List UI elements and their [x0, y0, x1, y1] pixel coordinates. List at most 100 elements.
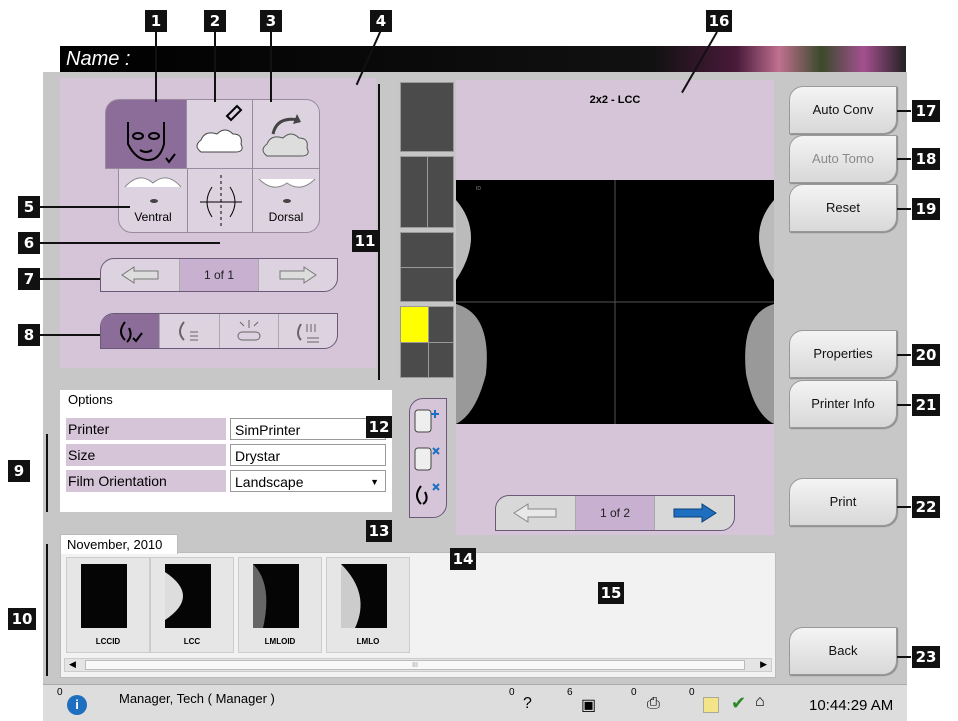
callout-line [46, 434, 48, 512]
callout-10: 10 [8, 608, 36, 630]
layout-1x1[interactable] [400, 82, 454, 152]
prev-film-button[interactable] [496, 496, 576, 530]
mode-compression[interactable] [220, 314, 279, 348]
auto-tomo-button[interactable]: Auto Tomo [789, 135, 897, 183]
prev-tools-button[interactable] [101, 259, 180, 291]
back-button[interactable]: Back [789, 627, 897, 675]
tool-annotate[interactable] [186, 99, 253, 169]
layout-1x2[interactable] [400, 156, 454, 228]
scroll-right-icon[interactable]: ▶ [760, 659, 767, 670]
callout-line [897, 404, 911, 406]
callout-5: 5 [18, 196, 40, 218]
patient-name-bar: Name : [60, 46, 906, 72]
callout-19: 19 [912, 198, 940, 220]
mode-breast-list[interactable] [160, 314, 220, 348]
help-icon[interactable]: ? [523, 695, 532, 713]
add-film-icon [414, 409, 439, 433]
tool-pager: 1 of 1 [100, 258, 338, 292]
check-icon[interactable]: ✔ [731, 693, 746, 714]
callout-12: 12 [366, 416, 392, 438]
info-icon[interactable]: i [67, 695, 87, 715]
breast-image [253, 564, 267, 628]
remove-image-button[interactable] [413, 480, 443, 510]
name-label: Name : [66, 48, 131, 70]
arrow-right-blue-icon [673, 503, 717, 523]
callout-1: 1 [145, 10, 167, 32]
callout-9: 9 [8, 460, 30, 482]
note-icon[interactable] [703, 697, 719, 713]
breast-check-icon [120, 321, 143, 343]
mammogram-film-image: ID [456, 180, 774, 424]
callout-line [155, 30, 157, 102]
selected-cell[interactable] [401, 307, 428, 342]
arrow-right-icon [279, 266, 317, 284]
thumbnail-lmloid[interactable]: LMLOID [238, 557, 322, 653]
size-select[interactable]: Drystar [230, 444, 386, 466]
callout-23: 23 [912, 646, 940, 668]
auto-conv-button[interactable]: Auto Conv [789, 86, 897, 134]
thumbnail-lmlo[interactable]: LMLO [326, 557, 410, 653]
clock: 10:44:29 AM [809, 697, 894, 714]
printer-icon[interactable]: ⎙ [647, 695, 660, 713]
delete-film-button[interactable] [413, 444, 443, 474]
output-queue-icon[interactable]: ▣ [581, 695, 596, 715]
breast-image [341, 564, 361, 628]
callout-line [40, 206, 130, 208]
film-page-indicator: 1 of 2 [575, 496, 656, 530]
scroll-left-icon[interactable]: ◀ [69, 659, 76, 670]
dorsal-view-icon [258, 178, 316, 203]
viewer-title: 2x2 - LCC [589, 94, 641, 106]
film-pager: 1 of 2 [495, 495, 735, 531]
compression-icon [237, 320, 261, 341]
callout-line [897, 110, 911, 112]
breast-list-icon [179, 321, 199, 341]
film-preview[interactable]: ID [456, 180, 774, 424]
next-film-button[interactable] [655, 496, 734, 530]
mode-breast[interactable] [101, 314, 161, 348]
status-count-2: 6 [567, 687, 573, 698]
callout-16: 16 [706, 10, 732, 32]
breast-image [165, 572, 183, 620]
delete-film-icon [414, 447, 440, 471]
callout-line [214, 30, 216, 102]
system-icon[interactable]: ⌂ [755, 693, 765, 711]
mode-stack[interactable] [279, 314, 337, 348]
tool-page-indicator: 1 of 1 [180, 259, 259, 291]
tool-rotate[interactable] [252, 99, 320, 169]
callout-6: 6 [18, 232, 40, 254]
tool-measure[interactable] [187, 168, 253, 233]
thumbnail-label: LCC [183, 637, 201, 646]
remove-image-icon [416, 483, 440, 505]
properties-button[interactable]: Properties [789, 330, 897, 378]
thumbnail-tab[interactable]: November, 2010 [60, 534, 178, 554]
reset-button[interactable]: Reset [789, 184, 897, 232]
orientation-select[interactable]: Landscape ▼ [230, 470, 386, 492]
callout-20: 20 [912, 344, 940, 366]
arrow-left-icon [121, 266, 159, 284]
next-tools-button[interactable] [259, 259, 337, 291]
callout-15: 15 [598, 582, 624, 604]
tool-ventral[interactable]: Ventral [118, 168, 188, 233]
callout-line [270, 30, 272, 102]
scroll-thumb[interactable]: III [85, 660, 745, 670]
orientation-label: Film Orientation [66, 470, 226, 492]
callout-line [897, 656, 911, 658]
arrow-left-icon [513, 503, 557, 523]
callout-line [897, 208, 911, 210]
thumbnail-lccid[interactable]: LCCID [66, 557, 150, 653]
print-button[interactable]: Print [789, 478, 897, 526]
horizontal-scrollbar[interactable]: ◀ III ▶ [64, 658, 772, 672]
layout-2x1[interactable] [400, 232, 454, 302]
printer-info-button[interactable]: Printer Info [789, 380, 897, 428]
tool-flip[interactable] [105, 99, 187, 169]
callout-22: 22 [912, 496, 940, 518]
printer-select[interactable]: SimPrinter [230, 418, 386, 440]
callout-7: 7 [18, 268, 40, 290]
callout-8: 8 [18, 324, 40, 346]
layout-2x2[interactable] [400, 306, 454, 378]
thumbnail-lcc[interactable]: LCC [150, 557, 234, 653]
add-film-button[interactable] [413, 406, 443, 436]
orientation-value: Landscape [235, 474, 304, 490]
tool-dorsal[interactable]: Dorsal [252, 168, 320, 233]
size-label: Size [66, 444, 226, 466]
